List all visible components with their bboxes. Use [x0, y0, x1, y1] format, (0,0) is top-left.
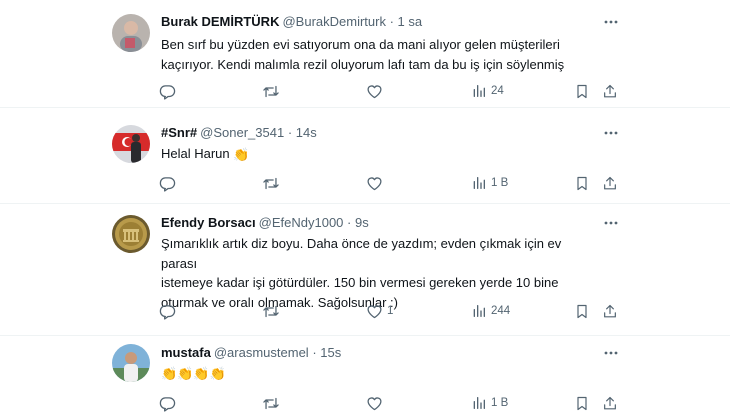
tweet-text-line: Helal Harun [161, 146, 230, 161]
avatar[interactable] [112, 14, 150, 52]
tweet-text: Ben sırf bu yüzden evi satıyorum ona da … [161, 35, 601, 74]
action-bar: 1 B [159, 393, 619, 413]
author-handle[interactable]: @BurakDemirturk [282, 14, 386, 29]
tweet[interactable]: Efendy Borsacı @EfeNdy1000 · 9s Şımarıklı… [0, 204, 730, 336]
action-bar: 1 B [159, 173, 619, 193]
views-count: 1 B [491, 397, 509, 409]
retweet-button[interactable] [262, 173, 284, 193]
reply-icon [159, 176, 176, 192]
tweet-text-line: Şımarıklık artık diz boyu. Daha önce de … [161, 236, 562, 271]
heart-icon [367, 396, 382, 410]
timestamp[interactable]: · 14s [288, 125, 317, 140]
share-button[interactable] [602, 301, 618, 321]
author-handle[interactable]: @EfeNdy1000 [259, 215, 344, 230]
heart-icon [367, 84, 382, 98]
views-button[interactable]: 1 B [471, 173, 508, 193]
more-icon[interactable] [600, 125, 622, 141]
like-count: 1 [387, 305, 394, 317]
share-button[interactable] [602, 173, 618, 193]
bookmark-icon [577, 84, 587, 98]
tweet-text: 👏👏👏👏 [161, 363, 601, 383]
tweet[interactable]: Burak DEMİRTÜRK @BurakDemirturk · 1 sa Be… [0, 0, 730, 108]
retweet-button[interactable] [262, 393, 284, 413]
more-icon[interactable] [600, 215, 622, 231]
bookmark-icon [577, 396, 587, 410]
retweet-button[interactable] [262, 81, 284, 101]
views-button[interactable]: 244 [471, 301, 510, 321]
timestamp[interactable]: · 9s [347, 215, 369, 230]
reply-icon [159, 84, 176, 100]
reply-button[interactable] [159, 173, 180, 193]
author-name[interactable]: Efendy Borsacı [161, 215, 256, 230]
heart-icon [367, 176, 382, 190]
bookmark-button[interactable] [574, 173, 590, 193]
retweet-button[interactable] [262, 301, 284, 321]
bookmark-button[interactable] [574, 393, 590, 413]
more-icon[interactable] [600, 14, 622, 30]
bookmark-button[interactable] [574, 301, 590, 321]
reply-icon [159, 304, 176, 320]
like-button[interactable] [366, 393, 387, 413]
retweet-icon [263, 305, 279, 317]
share-button[interactable] [602, 393, 618, 413]
share-button[interactable] [602, 81, 618, 101]
tweet-text: Helal Harun 👏 [161, 144, 601, 164]
clapping-hands-emoji: 👏👏👏👏 [161, 366, 226, 381]
like-button[interactable] [366, 173, 387, 193]
tweet[interactable]: #Snr# @Soner_3541 · 14s Helal Harun 👏 1 B [0, 108, 730, 204]
views-icon [473, 305, 485, 317]
bookmark-button[interactable] [574, 81, 590, 101]
views-icon [473, 85, 485, 97]
tweet[interactable]: mustafa @arasmustemel · 15s 👏👏👏👏 1 B [0, 336, 730, 420]
bookmark-icon [577, 176, 587, 190]
views-count: 24 [491, 85, 504, 97]
views-button[interactable]: 24 [471, 81, 504, 101]
retweet-icon [263, 85, 279, 97]
share-icon [604, 176, 616, 189]
heart-icon [367, 304, 382, 318]
avatar[interactable] [112, 344, 150, 382]
views-count: 244 [491, 305, 511, 317]
author-handle[interactable]: @Soner_3541 [200, 125, 284, 140]
share-icon [604, 396, 616, 409]
views-icon [473, 177, 485, 189]
clapping-hands-emoji: 👏 [233, 147, 250, 162]
retweet-icon [263, 177, 279, 189]
action-bar: 24 [159, 81, 619, 101]
views-button[interactable]: 1 B [471, 393, 508, 413]
author-name[interactable]: #Snr# [161, 125, 197, 140]
timestamp[interactable]: · 15s [312, 345, 341, 360]
more-icon[interactable] [600, 345, 622, 361]
share-icon [604, 84, 616, 97]
bookmark-icon [577, 304, 587, 318]
like-button[interactable] [366, 81, 387, 101]
like-button[interactable]: 1 [366, 301, 393, 321]
tweet-text-line: Ben sırf bu yüzden evi satıyorum ona da … [161, 37, 560, 52]
avatar[interactable] [112, 125, 150, 163]
views-count: 1 B [491, 177, 509, 189]
avatar[interactable] [112, 215, 150, 253]
timestamp[interactable]: · 1 sa [390, 14, 423, 29]
reply-button[interactable] [159, 393, 180, 413]
reply-button[interactable] [159, 301, 180, 321]
views-icon [473, 397, 485, 409]
author-name[interactable]: mustafa [161, 345, 211, 360]
reply-button[interactable] [159, 81, 180, 101]
retweet-icon [263, 397, 279, 409]
tweet-text-line: istemeye kadar işi götürdüler. 150 bin v… [161, 275, 559, 290]
tweet-text-line: kaçırıyor. Kendi malımla rezil oluyorum … [161, 56, 565, 72]
author-name[interactable]: Burak DEMİRTÜRK [161, 14, 279, 29]
share-icon [604, 304, 616, 317]
action-bar: 1 244 [159, 301, 619, 321]
author-handle[interactable]: @arasmustemel [214, 345, 309, 360]
reply-icon [159, 396, 176, 412]
